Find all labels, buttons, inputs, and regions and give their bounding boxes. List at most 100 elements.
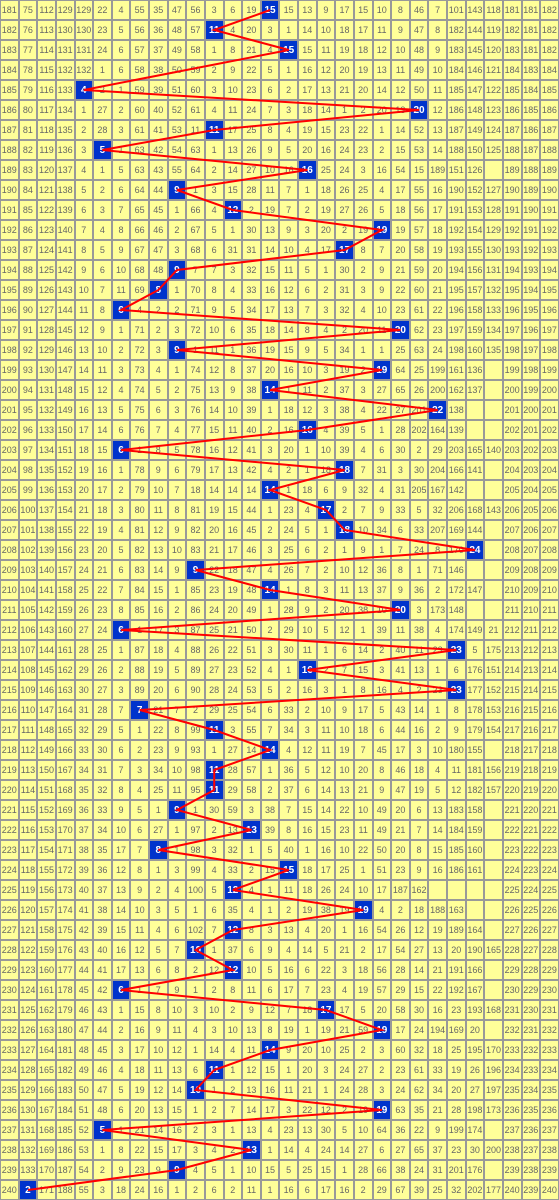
cell: 69 bbox=[130, 280, 149, 300]
cell: 194 bbox=[0, 260, 19, 280]
cell: 81 bbox=[130, 520, 149, 540]
cell: 210 bbox=[0, 580, 19, 600]
cell: 3 bbox=[279, 100, 298, 120]
cell: 217 bbox=[0, 720, 19, 740]
cell: 7 bbox=[354, 460, 373, 480]
cell: 20 bbox=[261, 360, 280, 380]
cell: 18 bbox=[335, 520, 354, 540]
cell: 5 bbox=[373, 700, 392, 720]
cell: 18 bbox=[75, 440, 94, 460]
cell: 7 bbox=[335, 660, 354, 680]
cell: 237 bbox=[503, 1120, 522, 1140]
cell: 24 bbox=[93, 40, 112, 60]
cell: 39 bbox=[410, 1180, 429, 1200]
cell: 3 bbox=[205, 0, 224, 20]
cell: 42 bbox=[149, 140, 168, 160]
cell: 1 bbox=[168, 820, 187, 840]
cell: 147 bbox=[466, 580, 485, 600]
cell: 19 bbox=[354, 1100, 373, 1120]
cell: 12 bbox=[391, 80, 410, 100]
cell: 170 bbox=[447, 540, 466, 560]
cell: 220 bbox=[540, 780, 559, 800]
cell: 147 bbox=[37, 700, 56, 720]
cell: 100 bbox=[19, 500, 38, 520]
cell: 56 bbox=[373, 960, 392, 980]
cell: 139 bbox=[37, 540, 56, 560]
cell: 144 bbox=[466, 20, 485, 40]
cell: 41 bbox=[242, 440, 261, 460]
cell: 7 bbox=[279, 180, 298, 200]
cell: 4 bbox=[373, 180, 392, 200]
cell: 182 bbox=[56, 1060, 75, 1080]
cell: 160 bbox=[466, 840, 485, 860]
cell: 189 bbox=[428, 160, 447, 180]
cell: 20 bbox=[391, 600, 410, 620]
cell: 46 bbox=[391, 760, 410, 780]
cell: 61 bbox=[410, 1060, 429, 1080]
cell: 22 bbox=[391, 280, 410, 300]
cell: 13 bbox=[261, 220, 280, 240]
cell: 51 bbox=[242, 640, 261, 660]
cell: 14 bbox=[391, 120, 410, 140]
cell: 225 bbox=[503, 880, 522, 900]
cell: 234 bbox=[522, 1080, 541, 1100]
cell: 20 bbox=[298, 1040, 317, 1060]
cell: 4 bbox=[224, 280, 243, 300]
cell: 42 bbox=[93, 980, 112, 1000]
cell: 235 bbox=[540, 1080, 559, 1100]
cell: 18 bbox=[261, 320, 280, 340]
cell: 23 bbox=[428, 320, 447, 340]
cell: 47 bbox=[168, 0, 187, 20]
cell bbox=[484, 960, 503, 980]
cell: 8 bbox=[112, 600, 131, 620]
cell: 153 bbox=[466, 200, 485, 220]
cell: 132 bbox=[19, 1140, 38, 1160]
cell: 17 bbox=[112, 960, 131, 980]
cell: 1 bbox=[261, 400, 280, 420]
cell: 37 bbox=[149, 40, 168, 60]
cell: 52 bbox=[410, 120, 429, 140]
cell: 14 bbox=[261, 740, 280, 760]
cell: 11 bbox=[242, 1180, 261, 1200]
cell: 14 bbox=[149, 560, 168, 580]
cell: 188 bbox=[0, 140, 19, 160]
cell: 14 bbox=[261, 480, 280, 500]
cell: 10 bbox=[317, 20, 336, 40]
cell: 163 bbox=[447, 900, 466, 920]
cell: 12 bbox=[224, 200, 243, 220]
cell: 100 bbox=[186, 880, 205, 900]
cell: 146 bbox=[466, 60, 485, 80]
cell: 3 bbox=[205, 1120, 224, 1140]
cell: 5 bbox=[261, 840, 280, 860]
cell: 203 bbox=[0, 440, 19, 460]
cell: 200 bbox=[503, 380, 522, 400]
cell: 9 bbox=[242, 1000, 261, 1020]
cell: 3 bbox=[130, 760, 149, 780]
cell: 20 bbox=[447, 1080, 466, 1100]
cell: 4 bbox=[261, 40, 280, 60]
cell: 9 bbox=[149, 1020, 168, 1040]
cell: 44 bbox=[93, 1020, 112, 1040]
cell: 34 bbox=[149, 760, 168, 780]
cell: 22 bbox=[130, 1140, 149, 1160]
cell: 12 bbox=[224, 440, 243, 460]
cell: 30 bbox=[410, 460, 429, 480]
cell: 208 bbox=[522, 560, 541, 580]
cell: 39 bbox=[261, 820, 280, 840]
cell: 11 bbox=[75, 300, 94, 320]
cell bbox=[484, 420, 503, 440]
cell: 121 bbox=[19, 920, 38, 940]
cell: 203 bbox=[522, 460, 541, 480]
cell: 125 bbox=[37, 260, 56, 280]
cell: 2 bbox=[317, 660, 336, 680]
cell: 167 bbox=[56, 760, 75, 780]
cell: 26 bbox=[317, 880, 336, 900]
cell: 3 bbox=[168, 860, 187, 880]
cell: 6 bbox=[298, 540, 317, 560]
cell: 211 bbox=[522, 620, 541, 640]
cell: 36 bbox=[279, 760, 298, 780]
cell: 187 bbox=[503, 120, 522, 140]
cell: 2 bbox=[205, 160, 224, 180]
cell: 15 bbox=[168, 1100, 187, 1120]
cell: 23 bbox=[428, 680, 447, 700]
